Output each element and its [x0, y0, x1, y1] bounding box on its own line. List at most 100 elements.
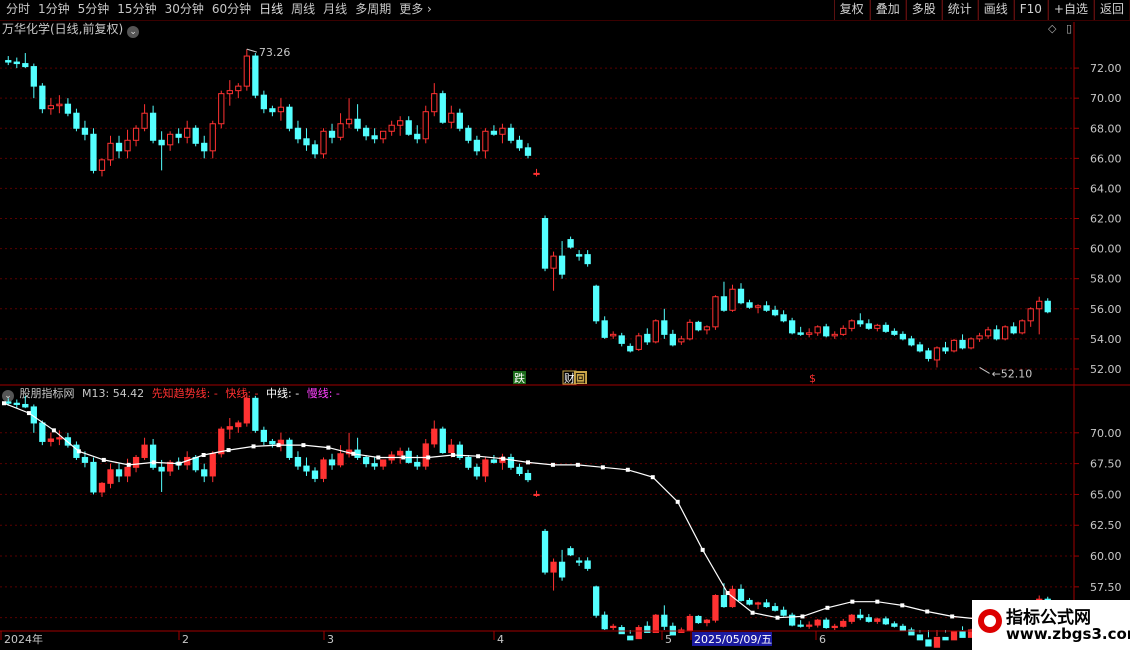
candle-body: [882, 324, 889, 332]
toolbar-button[interactable]: 画线: [977, 0, 1014, 20]
period-tab[interactable]: 分时: [2, 0, 34, 20]
candle-body: [754, 602, 762, 605]
toolbar-button[interactable]: 叠加: [869, 0, 906, 20]
candle-body: [712, 594, 719, 621]
period-tab[interactable]: 30分钟: [161, 0, 208, 20]
toolbar-button[interactable]: 返回: [1093, 0, 1130, 20]
candle-body: [908, 338, 915, 346]
period-tab[interactable]: 更多 ›: [395, 0, 436, 20]
candle-body: [541, 530, 549, 573]
chevron-down-icon[interactable]: ⌄: [2, 390, 14, 402]
y-tick-label: 57.50: [1090, 581, 1122, 594]
candle-body: [823, 326, 830, 337]
candle-body: [780, 609, 787, 616]
mid-line-point: [950, 614, 955, 619]
candle-body: [431, 428, 438, 445]
candle-body: [64, 103, 72, 114]
candle-body: [5, 401, 12, 404]
candle-body: [465, 127, 472, 141]
candle-body: [737, 288, 745, 304]
toolbar-button[interactable]: 多股: [905, 0, 942, 20]
candle-body: [371, 135, 378, 140]
mid-line: [3, 402, 1053, 625]
candle-body: [473, 139, 481, 152]
mid-line-point: [151, 460, 156, 465]
chart-title[interactable]: 万华化学(日线,前复权) ⌄: [2, 21, 140, 38]
period-tab[interactable]: 日线: [255, 0, 287, 20]
candle-body: [132, 456, 140, 468]
candle-body: [644, 333, 651, 343]
candle-body: [857, 614, 864, 619]
candle-body: [22, 63, 29, 68]
candle-body: [277, 439, 285, 445]
period-tab[interactable]: 5分钟: [74, 0, 114, 20]
candle-body: [90, 461, 97, 493]
candle-body: [107, 142, 114, 161]
candle-body: [107, 469, 114, 484]
candle-body: [64, 437, 72, 446]
event-marker-box: [562, 370, 577, 385]
low-pointer: [979, 367, 990, 374]
toolbar-button[interactable]: F10: [1013, 0, 1048, 20]
candle-body: [320, 459, 327, 479]
candle-body: [243, 55, 250, 87]
candle-body: [286, 106, 293, 129]
candle-body: [865, 617, 872, 622]
candle-body: [516, 139, 523, 149]
toolbar-button[interactable]: 统计: [941, 0, 978, 20]
candle-body: [465, 456, 472, 468]
diamond-icon[interactable]: ◇: [1048, 22, 1056, 35]
candle-body: [56, 437, 63, 440]
candle-body: [30, 66, 37, 87]
kline-chart[interactable]: 72.00 70.00 68.00 66.00 64.00 62.00 60.00 58.00…: [0, 0, 1130, 650]
period-tab[interactable]: 60分钟: [208, 0, 255, 20]
candle-body: [737, 588, 745, 601]
candle-body: [192, 127, 199, 144]
toolbar-button[interactable]: 复权: [833, 0, 870, 20]
event-marker: 回: [575, 372, 586, 385]
candle-body: [30, 406, 37, 424]
chevron-down-icon[interactable]: ⌄: [127, 26, 140, 38]
candle-body: [678, 338, 685, 343]
mid-line-point: [351, 451, 356, 456]
period-tab[interactable]: 1分钟: [34, 0, 74, 20]
candle-body: [260, 429, 268, 442]
candle-body: [337, 123, 344, 138]
candle-body: [882, 618, 889, 625]
mid-line-point: [750, 610, 755, 615]
candle-body: [184, 127, 191, 138]
window-icon[interactable]: ▯: [1066, 22, 1072, 35]
candle-body: [610, 625, 617, 629]
date-highlight: [692, 632, 772, 646]
stock-title: 万华化学(日线,前复权): [2, 22, 124, 36]
candle-body: [311, 470, 319, 479]
period-tab[interactable]: 15分钟: [113, 0, 160, 20]
candle-body: [814, 619, 821, 626]
indicator-name[interactable]: 股朋指标网: [20, 387, 75, 400]
candle-body: [558, 561, 566, 578]
period-tab[interactable]: 周线: [287, 0, 319, 20]
candle-body: [806, 332, 813, 335]
candle-body: [218, 93, 225, 125]
candle-body: [558, 255, 566, 275]
candle-body: [959, 339, 966, 349]
y-tick-label: 72.00: [1090, 62, 1122, 75]
period-tab[interactable]: 月线: [319, 0, 351, 20]
candle-body: [158, 139, 165, 146]
candle-body: [593, 586, 600, 616]
period-tab[interactable]: 多周期: [351, 0, 395, 20]
candle-body: [746, 302, 753, 308]
candle-body: [686, 615, 694, 631]
candle-body: [5, 60, 12, 63]
candle-body: [388, 454, 395, 461]
mid-line-point: [51, 428, 56, 433]
candle-body: [950, 630, 958, 641]
candle-body: [439, 93, 446, 123]
low-label: ←52.10: [992, 367, 1033, 380]
candle-body: [184, 456, 191, 466]
candle-body: [507, 127, 515, 141]
candle-body: [601, 614, 608, 630]
candle-body: [167, 461, 174, 472]
toolbar-button[interactable]: +自选: [1047, 0, 1094, 20]
candle-body: [39, 85, 46, 110]
